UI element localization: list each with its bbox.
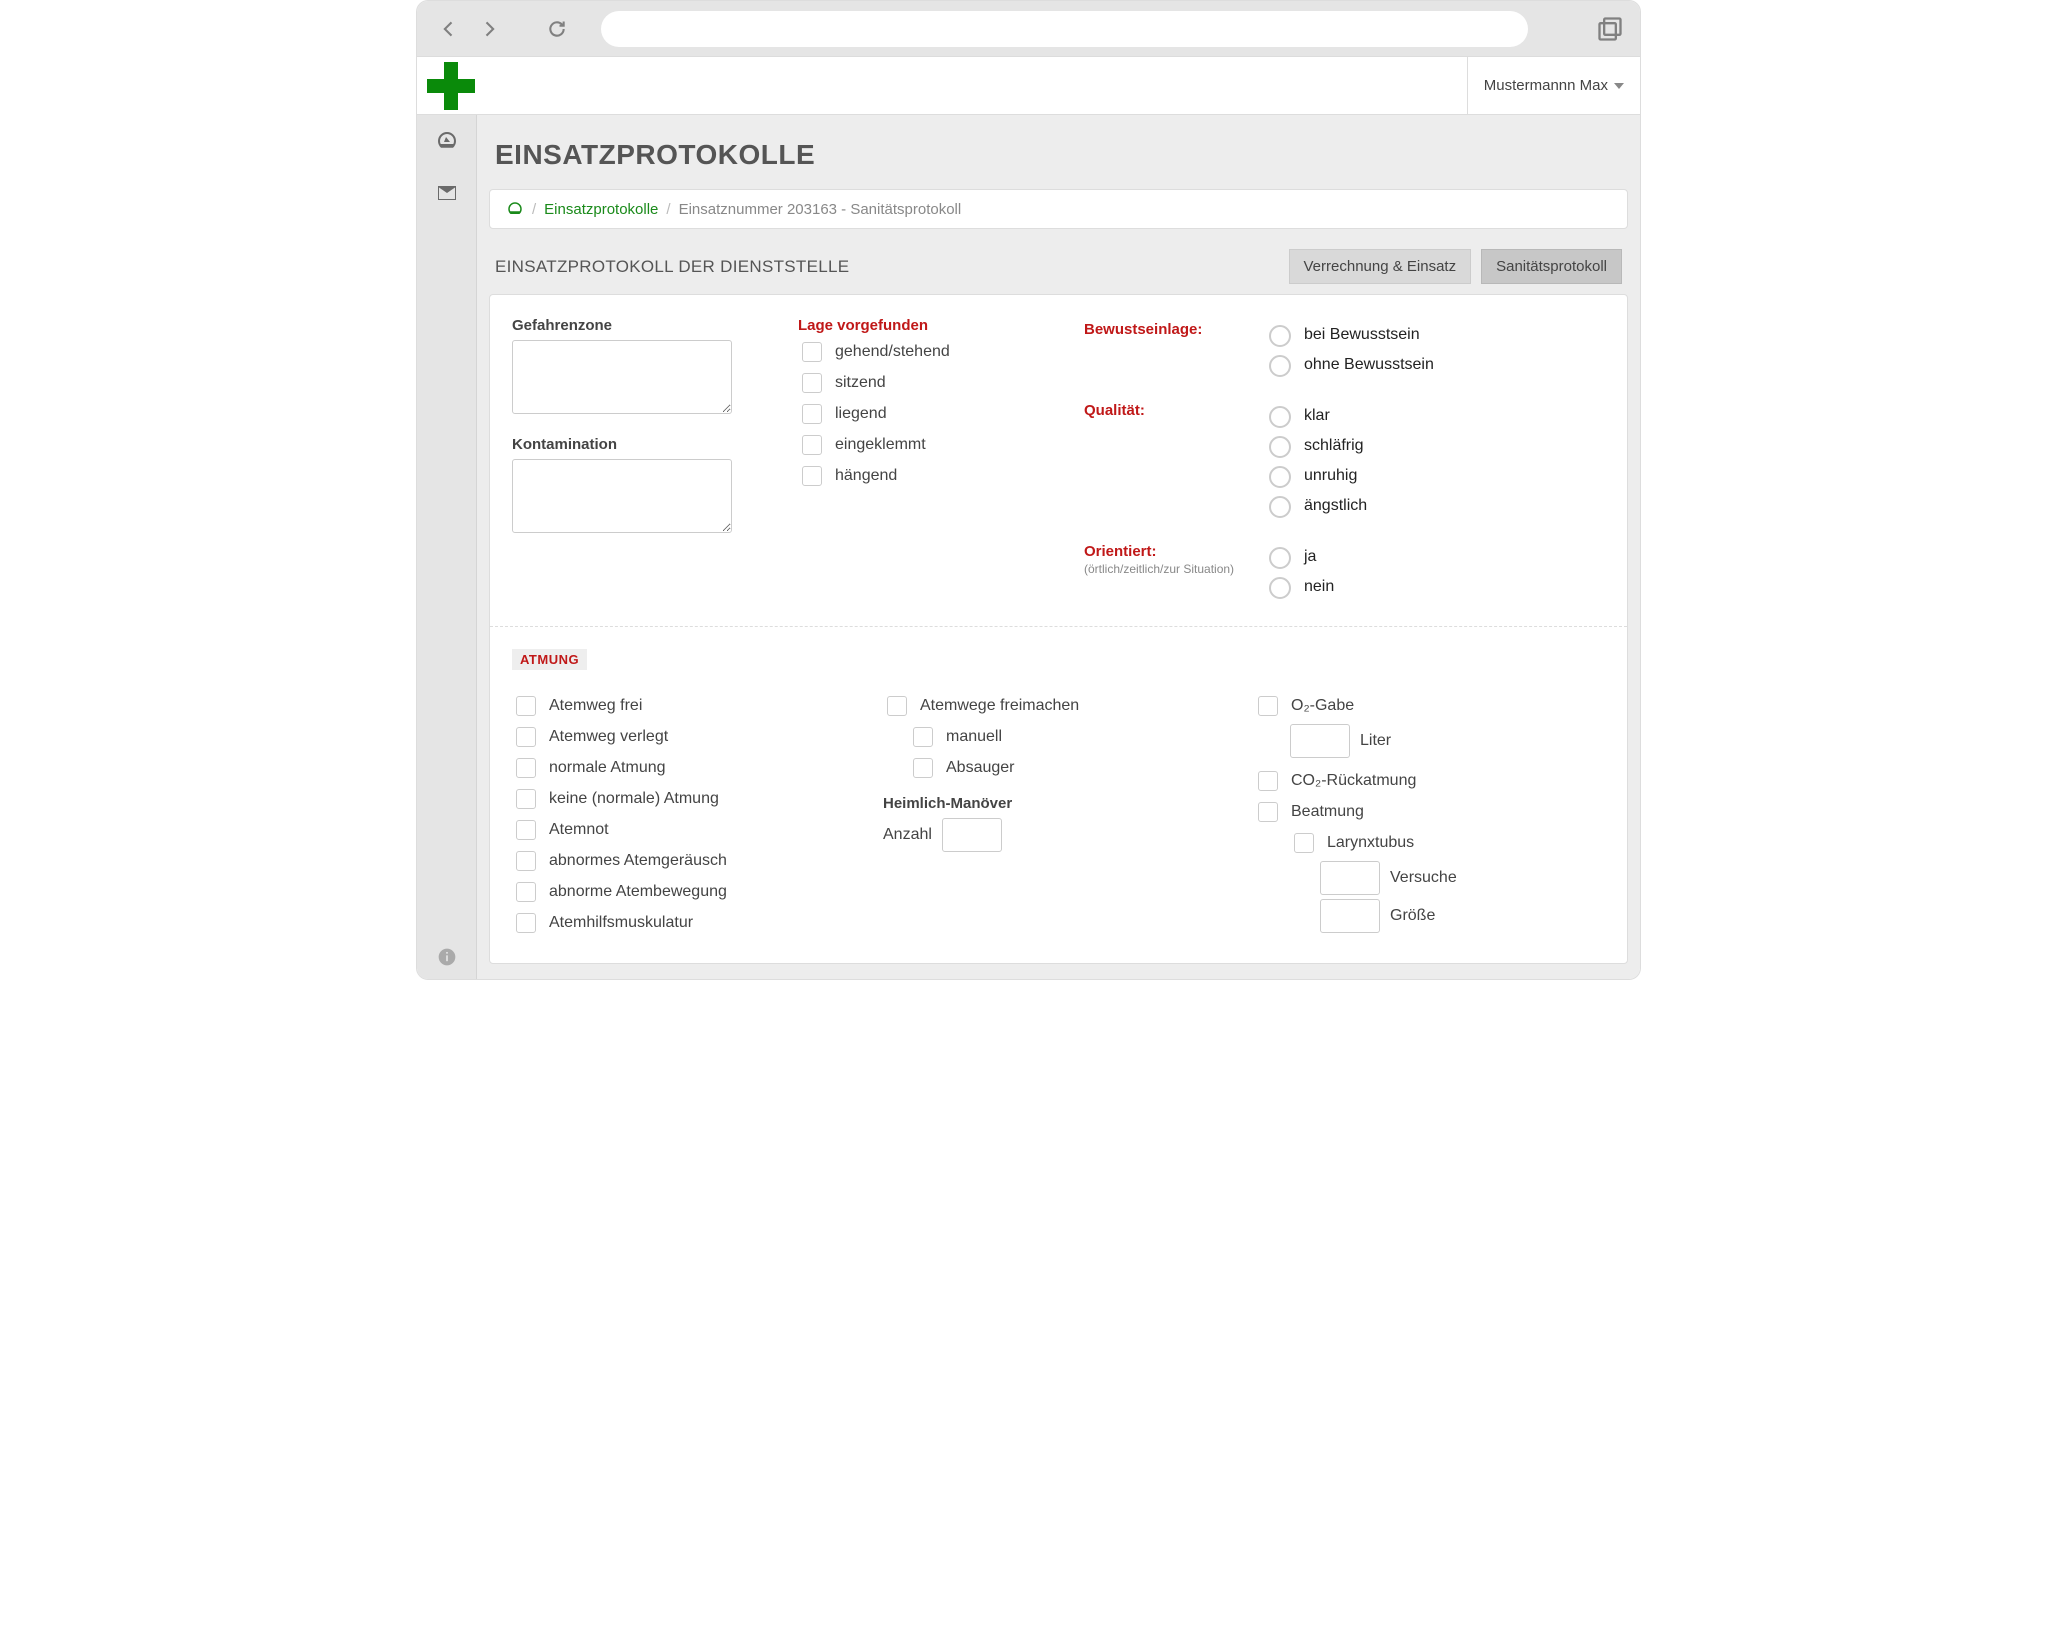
user-name: Mustermannn Max	[1484, 77, 1608, 94]
o2-gabe[interactable]: O₂-Gabe	[1254, 693, 1605, 719]
mail-icon[interactable]	[435, 181, 459, 205]
main-content: EINSATZPROTOKOLLE / Einsatzprotokolle / …	[477, 115, 1640, 979]
logo-icon	[427, 62, 475, 110]
gefahrenzone-label: Gefahrenzone	[512, 317, 772, 334]
atemwege-freimachen[interactable]: Atemwege freimachen	[883, 693, 1234, 719]
user-menu[interactable]: Mustermannn Max	[1467, 57, 1640, 114]
versuche-label: Versuche	[1390, 869, 1457, 887]
heimlich-label: Heimlich-Manöver	[883, 795, 1234, 812]
dashboard-icon[interactable]	[435, 129, 459, 153]
section-title: EINSATZPROTOKOLL DER DIENSTSTELLE	[495, 257, 1279, 277]
heimlich-anzahl-input[interactable]	[942, 818, 1002, 852]
keine-normale-atmung[interactable]: keine (normale) Atmung	[512, 786, 863, 812]
bewusstsein-bei[interactable]: bei Bewusstsein	[1264, 322, 1605, 347]
larynx-groesse-input[interactable]	[1320, 899, 1380, 933]
lage-label: Lage vorgefunden	[798, 317, 1058, 334]
anzahl-label: Anzahl	[883, 826, 932, 844]
app-header: Mustermannn Max	[417, 57, 1640, 115]
lage-sitzend[interactable]: sitzend	[798, 370, 1058, 396]
lage-eingeklemmt[interactable]: eingeklemmt	[798, 432, 1058, 458]
orientiert-label: Orientiert: (örtlich/zeitlich/zur Situat…	[1084, 539, 1264, 576]
back-button[interactable]	[433, 13, 465, 45]
page-title: EINSATZPROTOKOLLE	[495, 139, 1640, 171]
url-bar[interactable]	[601, 11, 1528, 47]
co2-rueckatmung[interactable]: CO₂-Rückatmung	[1254, 768, 1605, 794]
bewusstsein-ohne[interactable]: ohne Bewusstsein	[1264, 352, 1605, 377]
form-panel: Gefahrenzone Kontamination Lage vorgefun…	[489, 294, 1628, 964]
lage-liegend[interactable]: liegend	[798, 401, 1058, 427]
qualitaet-label: Qualität:	[1084, 398, 1264, 419]
sidebar	[417, 115, 477, 979]
bewusstsein-label: Bewustseinlage:	[1084, 317, 1264, 338]
normale-atmung[interactable]: normale Atmung	[512, 755, 863, 781]
qualitaet-klar[interactable]: klar	[1264, 403, 1605, 428]
kontamination-label: Kontamination	[512, 436, 772, 453]
larynx-versuche-input[interactable]	[1320, 861, 1380, 895]
o2-liter-input[interactable]	[1290, 724, 1350, 758]
tab-billing[interactable]: Verrechnung & Einsatz	[1289, 249, 1472, 284]
forward-button[interactable]	[473, 13, 505, 45]
atemweg-frei[interactable]: Atemweg frei	[512, 693, 863, 719]
atemweg-verlegt[interactable]: Atemweg verlegt	[512, 724, 863, 750]
chevron-down-icon	[1614, 83, 1624, 89]
liter-label: Liter	[1360, 732, 1391, 750]
beatmung[interactable]: Beatmung	[1254, 799, 1605, 825]
breadcrumb: / Einsatzprotokolle / Einsatznummer 2031…	[489, 189, 1628, 229]
qualitaet-aengstlich[interactable]: ängstlich	[1264, 493, 1605, 518]
lage-haengend[interactable]: hängend	[798, 463, 1058, 489]
abnormes-geraeusch[interactable]: abnormes Atemgeräusch	[512, 848, 863, 874]
tab-sanitary[interactable]: Sanitätsprotokoll	[1481, 249, 1622, 284]
freimachen-manuell[interactable]: manuell	[909, 724, 1234, 750]
atemhilfsmuskulatur[interactable]: Atemhilfsmuskulatur	[512, 910, 863, 936]
orientiert-ja[interactable]: ja	[1264, 544, 1605, 569]
larynxtubus[interactable]: Larynxtubus	[1290, 830, 1605, 856]
info-icon[interactable]	[437, 947, 457, 967]
atemnot[interactable]: Atemnot	[512, 817, 863, 843]
orientiert-nein[interactable]: nein	[1264, 574, 1605, 599]
breadcrumb-current: Einsatznummer 203163 - Sanitätsprotokoll	[679, 201, 962, 218]
tabs-icon[interactable]	[1596, 15, 1624, 43]
qualitaet-schlaefrig[interactable]: schläfrig	[1264, 433, 1605, 458]
breadcrumb-link[interactable]: Einsatzprotokolle	[544, 201, 658, 218]
lage-gehend[interactable]: gehend/stehend	[798, 339, 1058, 365]
freimachen-absauger[interactable]: Absauger	[909, 755, 1234, 781]
qualitaet-unruhig[interactable]: unruhig	[1264, 463, 1605, 488]
gefahrenzone-textarea[interactable]	[512, 340, 732, 414]
breadcrumb-home-icon[interactable]	[506, 200, 524, 218]
reload-button[interactable]	[541, 13, 573, 45]
abnorme-bewegung[interactable]: abnorme Atembewegung	[512, 879, 863, 905]
groesse-label: Größe	[1390, 907, 1435, 925]
kontamination-textarea[interactable]	[512, 459, 732, 533]
browser-toolbar	[417, 1, 1640, 57]
atmung-tag: ATMUNG	[512, 649, 587, 670]
